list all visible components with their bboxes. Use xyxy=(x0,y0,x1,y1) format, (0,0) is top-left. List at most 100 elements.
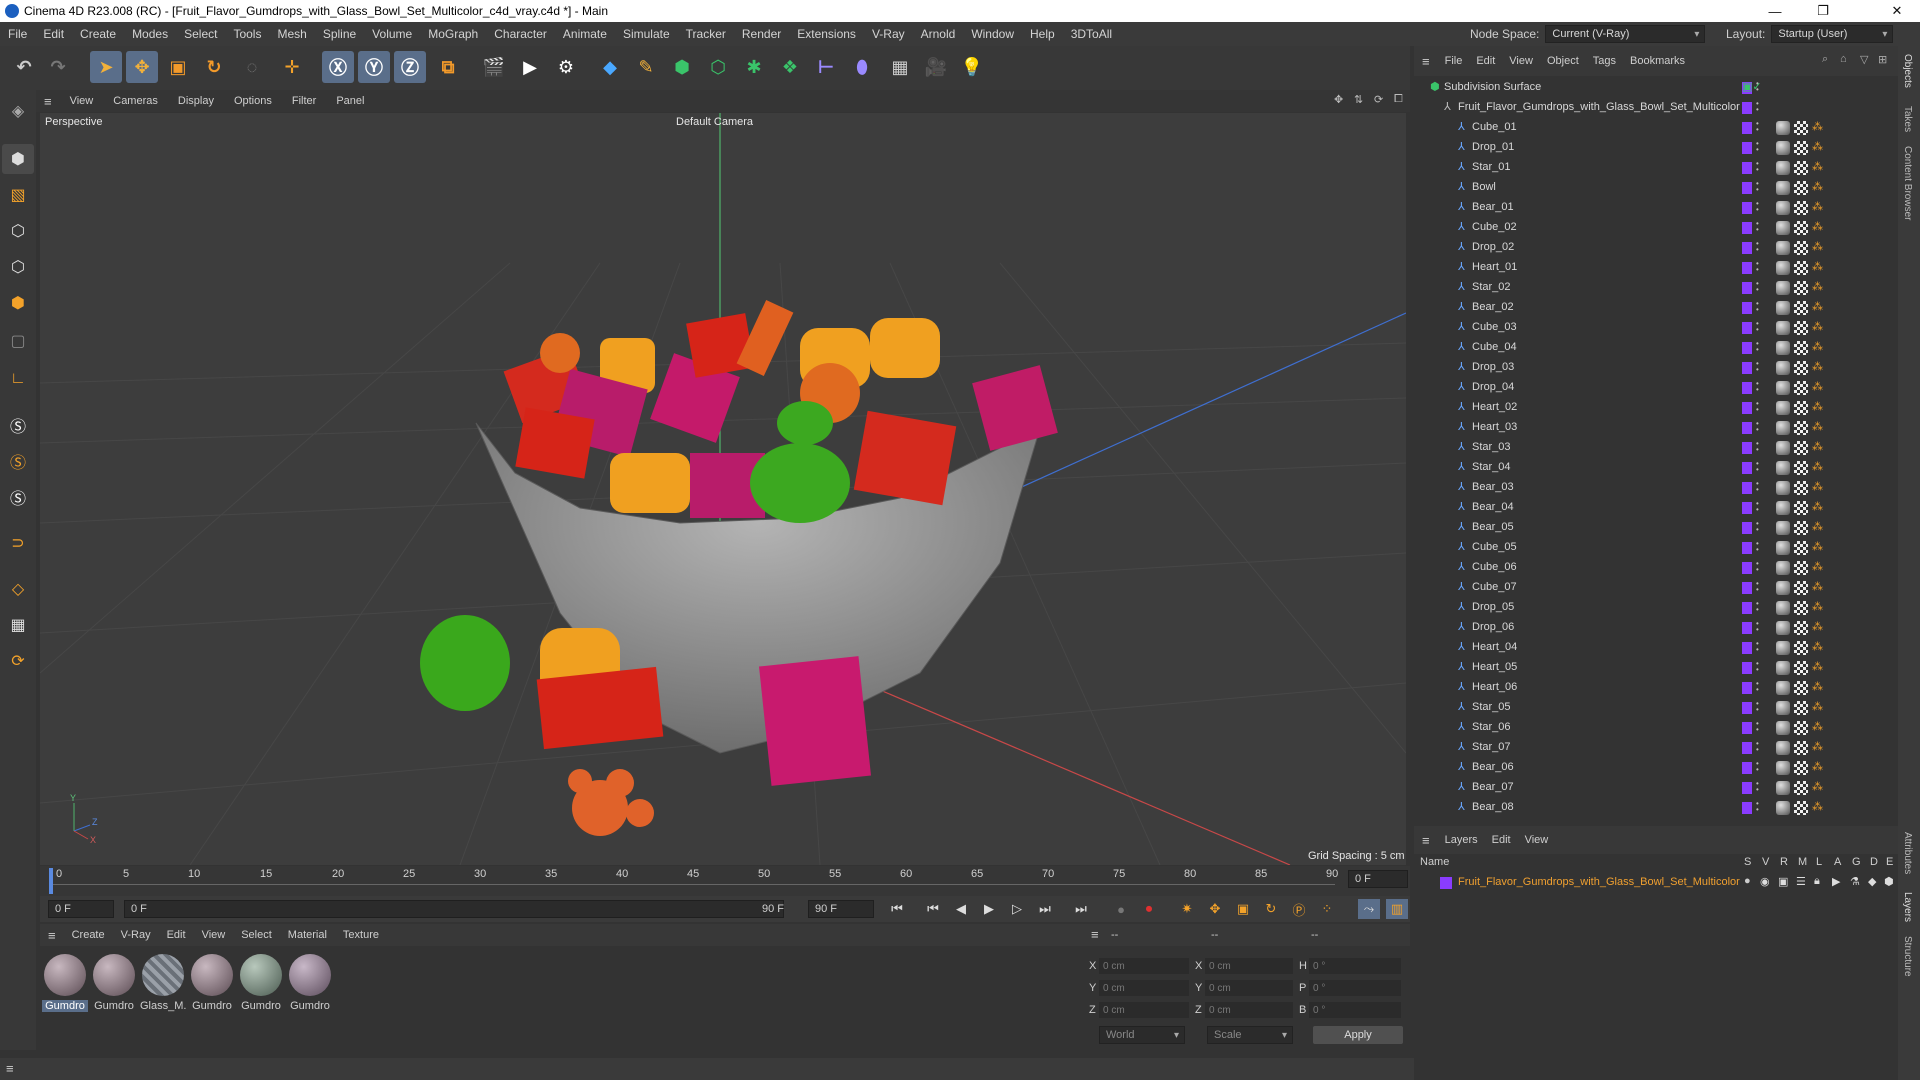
texture-tag-icon[interactable] xyxy=(1794,221,1808,235)
object-row[interactable]: ⅄ Cube_01 • • ⁂ xyxy=(1414,118,1884,138)
transform-icon[interactable]: ✛ xyxy=(276,51,308,83)
enable-check-icon[interactable]: ▣✓ xyxy=(1742,80,1762,93)
coordinates-hamburger-icon[interactable]: ≡ xyxy=(1091,927,1099,942)
redo-icon[interactable]: ↷ xyxy=(42,51,74,83)
layer-color-swatch[interactable] xyxy=(1742,162,1752,174)
vray-tag-icon[interactable]: ⁂ xyxy=(1812,240,1823,253)
object-row[interactable]: ⅄ Star_02 • • ⁂ xyxy=(1414,278,1884,298)
material-tag-icon[interactable] xyxy=(1776,441,1790,455)
material-tag-icon[interactable] xyxy=(1776,361,1790,375)
layer-color-swatch[interactable] xyxy=(1742,762,1752,774)
visibility-dots-icon[interactable]: • • xyxy=(1756,100,1760,114)
vray-tag-icon[interactable]: ⁂ xyxy=(1812,260,1823,273)
viewport-menu-view[interactable]: View xyxy=(60,95,104,107)
layer-color-swatch[interactable] xyxy=(1742,562,1752,574)
vray-tag-icon[interactable]: ⁂ xyxy=(1812,140,1823,153)
texture-tag-icon[interactable] xyxy=(1794,301,1808,315)
go-to-end-icon[interactable]: ⏭ xyxy=(1070,899,1092,919)
snap-settings-icon[interactable]: Ⓢ xyxy=(2,446,34,476)
size-mode-dropdown[interactable]: Scale xyxy=(1207,1026,1293,1044)
layer-generators-icon[interactable]: ⚗ xyxy=(1850,875,1860,888)
layer-color-swatch[interactable] xyxy=(1742,502,1752,514)
select-tool-icon[interactable]: ➤ xyxy=(90,51,122,83)
texture-tag-icon[interactable] xyxy=(1794,721,1808,735)
object-row[interactable]: ⅄ Star_04 • • ⁂ xyxy=(1414,458,1884,478)
layer-color-swatch[interactable] xyxy=(1742,422,1752,434)
material-swatch[interactable]: Gumdro xyxy=(238,954,284,1012)
visibility-dots-icon[interactable]: • • xyxy=(1756,540,1760,554)
visibility-dots-icon[interactable]: • • xyxy=(1756,740,1760,754)
texture-tag-icon[interactable] xyxy=(1794,181,1808,195)
visibility-dots-icon[interactable]: • • xyxy=(1756,180,1760,194)
material-menu-material[interactable]: Material xyxy=(280,929,335,941)
cloner-icon[interactable]: ✱ xyxy=(738,51,770,83)
texture-tag-icon[interactable] xyxy=(1794,261,1808,275)
material-menu-edit[interactable]: Edit xyxy=(159,929,194,941)
coordinate-system-icon[interactable]: ⧉ xyxy=(432,51,464,83)
texture-tag-icon[interactable] xyxy=(1794,281,1808,295)
menu-file[interactable]: File xyxy=(0,27,35,41)
object-row[interactable]: ⅄ Cube_06 • • ⁂ xyxy=(1414,558,1884,578)
position-y-field[interactable]: 0 cm xyxy=(1099,980,1189,996)
layer-color-swatch[interactable] xyxy=(1742,202,1752,214)
layer-color-swatch[interactable] xyxy=(1742,542,1752,554)
texture-tag-icon[interactable] xyxy=(1794,441,1808,455)
node-space-dropdown[interactable]: Current (V-Ray) xyxy=(1545,25,1706,43)
close-button[interactable]: ✕ xyxy=(1874,0,1920,22)
material-tag-icon[interactable] xyxy=(1776,221,1790,235)
viewport-menu-options[interactable]: Options xyxy=(224,95,282,107)
material-tag-icon[interactable] xyxy=(1776,781,1790,795)
texture-tag-icon[interactable] xyxy=(1794,421,1808,435)
material-tag-icon[interactable] xyxy=(1776,521,1790,535)
layer-color-swatch[interactable] xyxy=(1742,142,1752,154)
menu-volume[interactable]: Volume xyxy=(364,27,420,41)
z-axis-icon[interactable]: Ⓩ xyxy=(394,51,426,83)
lock-workplane-icon[interactable]: ⟳ xyxy=(2,646,34,676)
layout-dropdown[interactable]: Startup (User) xyxy=(1771,25,1894,43)
undo-icon[interactable]: ↶ xyxy=(8,51,40,83)
texture-mode-icon[interactable]: ▧ xyxy=(2,180,34,210)
texture-tag-icon[interactable] xyxy=(1794,461,1808,475)
tab-layers[interactable]: Layers xyxy=(1902,892,1913,922)
viewport-zoom-icon[interactable]: ⇅ xyxy=(1354,93,1363,106)
minimize-button[interactable]: — xyxy=(1752,0,1798,22)
menu-vray[interactable]: V-Ray xyxy=(864,27,913,41)
viewport-hamburger-icon[interactable]: ≡ xyxy=(36,94,60,109)
texture-tag-icon[interactable] xyxy=(1794,781,1808,795)
y-axis-icon[interactable]: Ⓨ xyxy=(358,51,390,83)
material-tag-icon[interactable] xyxy=(1776,321,1790,335)
x-axis-icon[interactable]: Ⓧ xyxy=(322,51,354,83)
layer-color-swatch[interactable] xyxy=(1742,382,1752,394)
rotation-h-field[interactable]: 0 ° xyxy=(1309,958,1401,974)
material-tag-icon[interactable] xyxy=(1776,641,1790,655)
vray-tag-icon[interactable]: ⁂ xyxy=(1812,640,1823,653)
render-settings-icon[interactable]: ⚙ xyxy=(550,51,582,83)
texture-tag-icon[interactable] xyxy=(1794,541,1808,555)
layer-color-swatch[interactable] xyxy=(1742,322,1752,334)
material-tag-icon[interactable] xyxy=(1776,661,1790,675)
layer-color-swatch[interactable] xyxy=(1742,262,1752,274)
material-tag-icon[interactable] xyxy=(1776,601,1790,615)
key-rotation-icon[interactable]: ↻ xyxy=(1260,899,1282,919)
menu-modes[interactable]: Modes xyxy=(124,27,176,41)
vray-tag-icon[interactable]: ⁂ xyxy=(1812,340,1823,353)
tab-attributes[interactable]: Attributes xyxy=(1902,832,1913,874)
material-tag-icon[interactable] xyxy=(1776,581,1790,595)
vray-tag-icon[interactable]: ⁂ xyxy=(1812,400,1823,413)
vray-tag-icon[interactable]: ⁂ xyxy=(1812,600,1823,613)
viewport-menu-display[interactable]: Display xyxy=(168,95,224,107)
menu-render[interactable]: Render xyxy=(734,27,789,41)
visibility-dots-icon[interactable]: • • xyxy=(1756,500,1760,514)
visibility-dots-icon[interactable]: • • xyxy=(1756,220,1760,234)
menu-edit[interactable]: Edit xyxy=(35,27,72,41)
object-menu-view[interactable]: View xyxy=(1502,55,1540,67)
viewport-menu-panel[interactable]: Panel xyxy=(326,95,374,107)
record-keys-icon[interactable]: ● xyxy=(1110,899,1132,919)
render-view-icon[interactable]: 🎬 xyxy=(478,51,510,83)
cube-object-icon[interactable]: ◆ xyxy=(594,51,626,83)
points-mode-icon[interactable]: ⬡ xyxy=(2,216,34,246)
visibility-dots-icon[interactable]: • • xyxy=(1756,260,1760,274)
vray-tag-icon[interactable]: ⁂ xyxy=(1812,480,1823,493)
extrude-icon[interactable]: ⬡ xyxy=(702,51,734,83)
vray-tag-icon[interactable]: ⁂ xyxy=(1812,740,1823,753)
